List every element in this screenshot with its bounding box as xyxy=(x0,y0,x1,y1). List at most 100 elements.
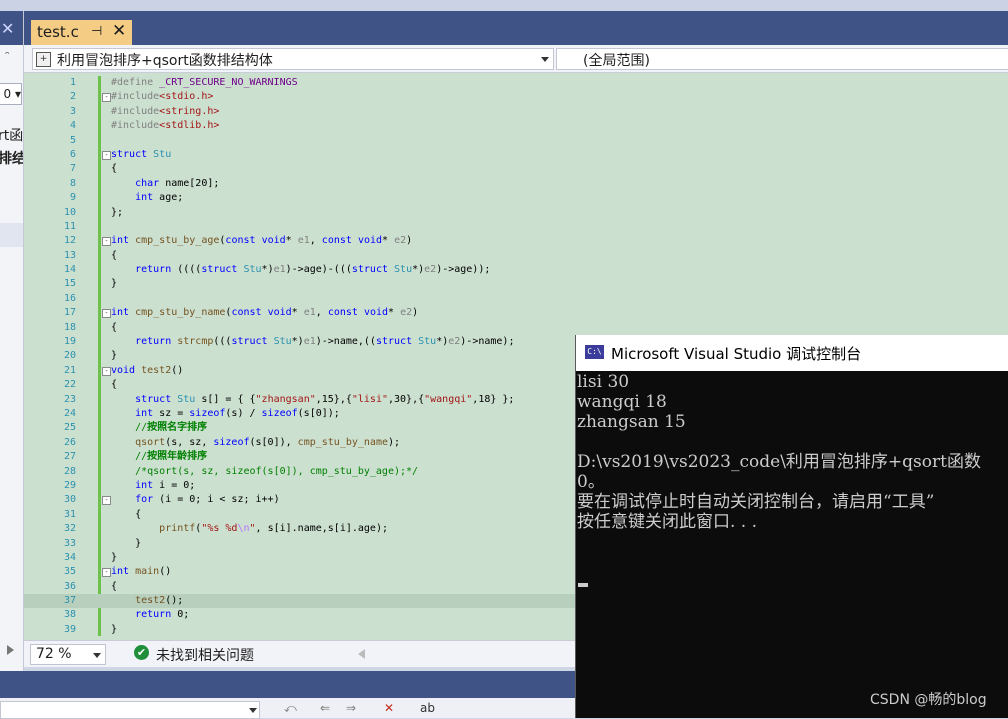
code-line[interactable]: 10}; xyxy=(24,206,1008,220)
forward-icon[interactable]: ⇒ xyxy=(346,701,356,715)
code-text: int sz = sizeof(s) / sizeof(s[0]); xyxy=(135,407,340,419)
line-number: 7 xyxy=(69,163,76,175)
code-text: } xyxy=(111,551,118,563)
line-number: 15 xyxy=(63,278,76,290)
line-number: 11 xyxy=(63,220,76,232)
close-icon[interactable]: ✕ xyxy=(1,21,14,37)
console-cursor xyxy=(578,583,588,587)
line-number: 31 xyxy=(63,508,76,520)
code-line[interactable]: 7{ xyxy=(24,162,1008,176)
global-scope-dropdown[interactable]: (全局范围) xyxy=(556,48,1008,70)
clear-all-icon[interactable]: ✕ xyxy=(384,701,394,715)
tab-test-c[interactable]: test.c ⊣ ✕ xyxy=(31,20,132,45)
debug-console-window[interactable]: C:\ Microsoft Visual Studio 调试控制台 lisi 3… xyxy=(575,335,1008,718)
line-number: 39 xyxy=(63,623,76,635)
code-text: #include<stdlib.h> xyxy=(111,120,220,132)
scroll-left-icon[interactable] xyxy=(358,649,365,659)
fold-toggle-icon[interactable]: - xyxy=(102,237,111,247)
code-text: { xyxy=(111,163,118,175)
code-line[interactable]: 13 { xyxy=(24,249,1008,263)
pin-icon[interactable]: ᵔ xyxy=(5,49,10,62)
code-text: { xyxy=(111,580,118,592)
line-number: 36 xyxy=(63,580,76,592)
line-number: 37 xyxy=(63,595,76,607)
side-panel-selected-row[interactable] xyxy=(0,223,23,247)
code-line[interactable]: 5 xyxy=(24,134,1008,148)
code-line[interactable]: 2 - #include<stdio.h> xyxy=(24,90,1008,104)
line-number: 35 xyxy=(63,566,76,578)
code-text: void test2() xyxy=(111,364,184,376)
console-line: lisi 30 xyxy=(577,372,630,392)
chevron-down-icon xyxy=(249,708,257,713)
fold-toggle-icon[interactable]: - xyxy=(102,150,111,160)
code-line[interactable]: 18 { xyxy=(24,321,1008,335)
line-number: 14 xyxy=(63,264,76,276)
console-line: 0。 xyxy=(577,472,605,492)
code-text: qsort(s, sz, sizeof(s[0]), cmp_stu_by_na… xyxy=(135,436,401,448)
code-text: //按照年龄排序 xyxy=(135,451,208,463)
code-text: //按照名字排序 xyxy=(135,422,208,434)
code-text: return strcmp(((struct Stu*)e1)->name,((… xyxy=(135,336,515,348)
code-text: { xyxy=(111,508,142,520)
code-text: { xyxy=(111,249,118,261)
code-line[interactable]: 14 return ((((struct Stu*)e1)->age)-(((s… xyxy=(24,263,1008,277)
check-circle-icon: ✔ xyxy=(134,645,149,660)
code-line[interactable]: 6 - struct Stu xyxy=(24,148,1008,162)
document-tab-strip xyxy=(0,11,1008,45)
code-line[interactable]: 12 - int cmp_stu_by_age(const void* e1, co… xyxy=(24,234,1008,248)
code-line[interactable]: 3 #include<string.h> xyxy=(24,105,1008,119)
line-number: 17 xyxy=(63,307,76,319)
code-line[interactable]: 16 xyxy=(24,292,1008,306)
line-number: 1 xyxy=(69,77,76,88)
side-panel-text: 排结 xyxy=(0,148,23,168)
code-text: struct Stu s[] = { {"zhangsan",15},{"lis… xyxy=(135,393,515,405)
code-line[interactable]: 17 - int cmp_stu_by_name(const void* e1, c… xyxy=(24,306,1008,320)
project-icon: + xyxy=(36,52,51,67)
chevron-down-icon xyxy=(93,653,101,658)
pin-icon[interactable]: ⊣ xyxy=(91,24,102,39)
function-scope-dropdown[interactable]: + 利用冒泡排序+qsort函数排结构体 xyxy=(32,48,554,70)
fold-toggle-icon[interactable]: - xyxy=(102,568,111,578)
code-text: test2(); xyxy=(135,595,184,607)
undo-icon[interactable]: ⤺ xyxy=(284,701,297,716)
code-text: } xyxy=(111,350,118,362)
line-number: 38 xyxy=(63,609,76,621)
fold-toggle-icon[interactable]: - xyxy=(102,496,111,506)
editor-status-row: 72 % ✔ 未找到相关问题 xyxy=(24,640,584,667)
code-text: for (i = 0; i < sz; i++) xyxy=(135,494,280,506)
expand-arrow-icon[interactable] xyxy=(7,645,14,655)
fold-toggle-icon[interactable]: - xyxy=(102,366,111,376)
zoom-dropdown[interactable]: 72 % xyxy=(30,644,106,665)
side-panel-dropdown[interactable]: 0 ▾ xyxy=(0,83,22,105)
code-text: { xyxy=(111,379,118,391)
code-text: int age; xyxy=(135,192,184,204)
output-source-dropdown[interactable] xyxy=(0,701,260,719)
side-panel-text: rt函 xyxy=(0,128,24,144)
console-title-bar[interactable]: C:\ Microsoft Visual Studio 调试控制台 xyxy=(576,335,1008,371)
console-title: Microsoft Visual Studio 调试控制台 xyxy=(611,345,862,363)
function-scope-value: 利用冒泡排序+qsort函数排结构体 xyxy=(57,53,273,69)
code-line[interactable]: 11 xyxy=(24,220,1008,234)
console-app-icon: C:\ xyxy=(585,345,604,359)
fold-toggle-icon[interactable]: - xyxy=(102,93,111,103)
back-icon[interactable]: ⇐ xyxy=(320,701,330,715)
code-text: /*qsort(s, sz, sizeof(s[0]), cmp_stu_by_… xyxy=(135,465,419,477)
code-line[interactable]: 15} xyxy=(24,277,1008,291)
code-text: return ((((struct Stu*)e1)->age)-(((stru… xyxy=(135,264,491,276)
code-line[interactable]: 1 #define _CRT_SECURE_NO_WARNINGS xyxy=(24,76,1008,90)
console-line: 按任意键关闭此窗口. . . xyxy=(577,512,758,532)
code-text: #include<stdio.h> xyxy=(111,91,214,103)
close-tab-icon[interactable]: ✕ xyxy=(112,21,126,41)
code-line[interactable]: 9 int age; xyxy=(24,191,1008,205)
word-wrap-icon[interactable]: ab xyxy=(420,701,435,715)
line-number: 6 xyxy=(69,148,76,160)
issues-status-text[interactable]: 未找到相关问题 xyxy=(156,645,254,665)
code-line[interactable]: 8 char name[20]; xyxy=(24,177,1008,191)
line-number: 16 xyxy=(63,292,76,304)
line-number: 34 xyxy=(63,551,76,563)
side-panel: ✕ ᵔ 0 ▾ rt函 排结 xyxy=(0,11,24,671)
line-number: 30 xyxy=(63,494,76,506)
code-line[interactable]: 4 #include<stdlib.h> xyxy=(24,119,1008,133)
fold-toggle-icon[interactable]: - xyxy=(102,309,111,319)
